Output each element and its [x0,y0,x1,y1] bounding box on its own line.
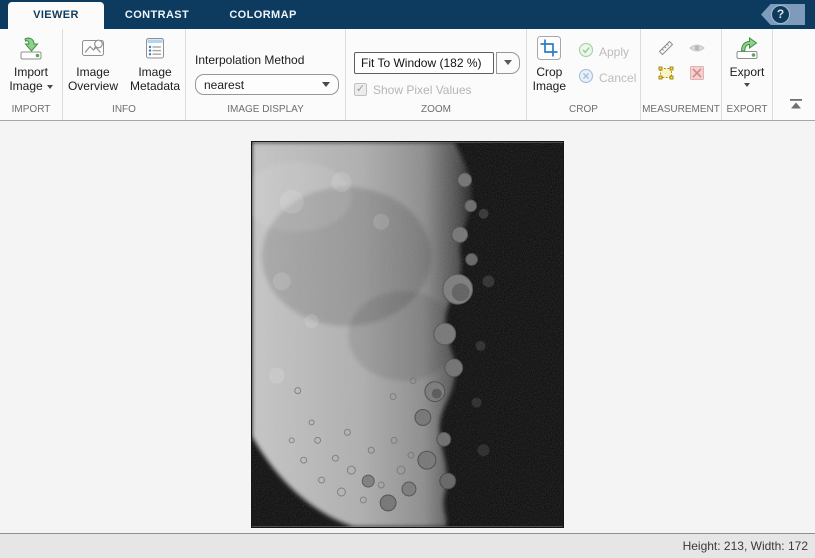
apply-label: Apply [599,44,630,59]
section-label-import: IMPORT [11,104,51,115]
image-overview-label-line2: Overview [67,79,118,93]
status-bar: Height: 213, Width: 172 [0,533,815,558]
distance-measure-button[interactable] [657,39,675,62]
import-image-label-line2: Image [9,79,53,93]
tab-viewer[interactable]: VIEWER [8,2,104,29]
section-label-crop: CROP [569,104,598,115]
apply-icon [578,42,594,61]
section-label-zoom: ZOOM [421,104,451,115]
image-metadata-icon [142,35,168,64]
toolstrip-tab-bar: VIEWER CONTRAST COLORMAP ? [0,0,815,29]
image-overview-button[interactable]: Image Overview [64,33,122,95]
section-info: Image Overview Image Metadata INFO [63,29,186,120]
image-metadata-label-line2: Metadata [129,79,181,93]
chevron-down-icon [322,82,330,87]
roi-rectangle-icon [657,64,675,87]
show-pixel-values-control: ✓ Show Pixel Values [354,83,472,97]
eye-icon [688,39,706,62]
section-label-image-display: IMAGE DISPLAY [227,104,304,115]
zoom-level-dropdown-button[interactable] [496,51,520,74]
section-label-export: EXPORT [726,104,768,115]
section-measurement: MEASUREMENT [641,29,722,120]
image-dimensions-text: Height: 213, Width: 172 [682,539,808,553]
export-icon [734,35,760,64]
show-measurements-button[interactable] [688,41,706,59]
image-metadata-button[interactable]: Image Metadata [126,33,184,95]
toolstrip-ribbon: Import Image IMPORT Image Overview Image… [0,29,815,121]
zoom-level-combobox: Fit To Window (182 %) [354,51,520,74]
moon-image[interactable] [251,141,564,528]
crop-image-label-line2: Image [532,79,566,93]
export-label: Export [729,65,765,79]
cancel-label: Cancel [599,70,637,85]
interpolation-method-label: Interpolation Method [195,53,305,67]
section-crop: Crop Image Apply Cancel CROP [527,29,641,120]
section-label-info: INFO [112,104,136,115]
image-overview-icon [80,35,106,64]
roi-measure-button[interactable] [657,66,675,84]
image-viewer-app: VIEWER CONTRAST COLORMAP ? Import Image … [0,0,815,558]
crop-image-button[interactable]: Crop Image [529,33,570,95]
section-export: Export EXPORT [722,29,773,120]
image-metadata-label-line1: Image [138,65,172,79]
import-image-label-line1: Import [13,65,48,79]
image-overview-label-line1: Image [76,65,110,79]
ribbon-spacer [773,29,815,120]
collapse-toolstrip-button[interactable] [788,97,804,115]
cancel-icon [578,68,594,87]
import-icon [18,35,44,64]
cancel-crop-button[interactable]: Cancel [576,67,638,88]
help-icon: ? [771,5,790,24]
crop-image-label-line1: Crop [536,65,563,79]
ruler-icon [657,39,675,62]
image-canvas [0,121,815,533]
show-pixel-values-checkbox[interactable]: ✓ [354,83,367,96]
help-button[interactable]: ? [761,4,805,25]
section-label-measurement: MEASUREMENT [642,104,720,115]
chevron-down-icon [504,60,512,65]
crop-icon [536,35,562,64]
tab-contrast[interactable]: CONTRAST [104,2,210,29]
delete-measurement-icon [688,64,706,87]
caret-down-icon [744,83,750,87]
caret-down-icon [46,84,53,89]
zoom-level-input[interactable]: Fit To Window (182 %) [354,51,494,74]
export-button[interactable]: Export [726,33,769,89]
section-zoom: Fit To Window (182 %) ✓ Show Pixel Value… [346,29,527,120]
interpolation-method-dropdown[interactable]: nearest [195,74,339,95]
collapse-toolstrip-icon [789,97,803,115]
tab-colormap[interactable]: COLORMAP [210,2,316,29]
import-image-button[interactable]: Import Image [5,33,56,95]
interpolation-method-value: nearest [204,77,245,92]
section-image-display: Interpolation Method nearest IMAGE DISPL… [186,29,346,120]
show-pixel-values-label: Show Pixel Values [373,82,472,97]
delete-measurement-button[interactable] [688,64,706,87]
apply-crop-button[interactable]: Apply [576,41,638,62]
section-import: Import Image IMPORT [0,29,63,120]
